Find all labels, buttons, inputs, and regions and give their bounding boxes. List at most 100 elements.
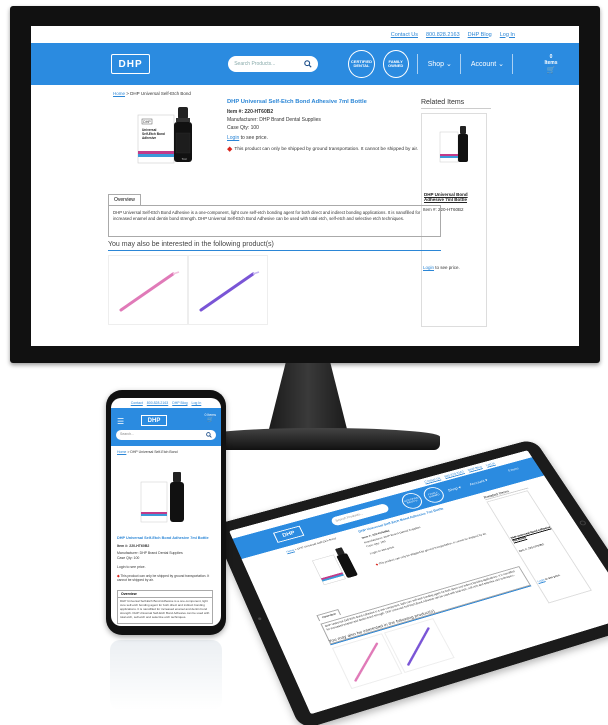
phone-breadcrumb: Home > DHP Universal Self-Etch Bond: [117, 450, 215, 454]
blog-link[interactable]: DHP Blog: [468, 32, 492, 38]
nav-divider: [417, 54, 418, 74]
phone-contact-link[interactable]: Contact: [131, 401, 143, 405]
also-interested-grid: [108, 255, 268, 325]
cart-count: 0 Items: [543, 54, 559, 66]
phone-overview-text: DHP Universal Self-Etch Bond Adhesive is…: [118, 598, 212, 621]
related-item-image[interactable]: [438, 120, 472, 170]
phone-product-image[interactable]: [139, 468, 195, 528]
phone-screen: Contact 800.828.2163 DHP Blog Log In ☰ D…: [111, 398, 221, 626]
shipping-warning-text: This product can only be shipped by grou…: [234, 147, 418, 152]
tablet-home-button: [579, 520, 587, 526]
product-title: DHP Universal Self-Etch Bond Adhesive 7m…: [227, 99, 437, 105]
contact-link[interactable]: Contact Us: [391, 32, 418, 38]
phone-product-title: DHP Universal Self-Etch Bond Adhesive 7m…: [117, 536, 209, 540]
box-brand-label: DHP: [143, 120, 151, 124]
overview-text: DHP Universal Self-Etch Bond Adhesive is…: [108, 205, 441, 237]
certified-dental-badge: CERTIFIED DENTAL: [348, 50, 374, 78]
phone-login-prompt[interactable]: Login to see price.: [117, 565, 146, 569]
tablet-screen: Contact Us 800.828.2163 DHP Blog Log In …: [229, 450, 608, 714]
tablet-shipping-warning-text: This product can only be shipped by grou…: [378, 532, 487, 566]
top-utility-bar: Contact Us 800.828.2163 DHP Blog Log In: [31, 26, 579, 43]
tablet-dhp-logo[interactable]: DHP: [273, 526, 304, 543]
tablet-product-image[interactable]: [305, 541, 371, 589]
shop-menu-label: Shop: [428, 61, 444, 68]
tablet-cart-button[interactable]: 0 Items: [508, 467, 520, 473]
suggested-product-image: [117, 266, 181, 316]
phone-cart-button[interactable]: 0 Items 🛒: [205, 413, 216, 423]
search-icon[interactable]: [206, 432, 212, 438]
phone-breadcrumb-current: > DHP Universal Self-Etch Bond: [126, 450, 177, 454]
tablet: Contact Us 800.828.2163 DHP Blog Log In …: [212, 439, 608, 725]
phone-case-qty: Case Qty: 100: [117, 556, 139, 560]
phone-phone-link[interactable]: 800.828.2163: [147, 401, 168, 405]
tablet-login-prompt[interactable]: Login to see price.: [369, 545, 395, 555]
suggested-product-image: [197, 266, 261, 316]
product-item-number: Item #: 220-HT60B2: [227, 109, 437, 115]
account-menu[interactable]: Account ⌄: [471, 60, 504, 68]
product-page: Home > DHP Universal Self-Etch Bond DHP …: [31, 85, 579, 100]
search-input[interactable]: Search Products...: [228, 56, 318, 72]
breadcrumb: Home > DHP Universal Self-Etch Bond: [113, 91, 569, 96]
tablet-family-badge: FAMILY OWNED: [421, 485, 448, 505]
phone-login-link[interactable]: Log In: [192, 401, 202, 405]
related-login-prompt: Login to see price.: [423, 265, 460, 270]
device-mockup-stage: Contact Us 800.828.2163 DHP Blog Log In …: [0, 0, 608, 725]
nav-divider: [460, 54, 461, 74]
bottle-size-label: 7ml: [182, 157, 187, 161]
cart-icon: 🛒: [543, 66, 559, 74]
suggested-product-card[interactable]: [188, 255, 268, 325]
smartphone: Contact 800.828.2163 DHP Blog Log In ☰ D…: [106, 390, 226, 635]
warning-diamond-icon: ◆: [227, 145, 232, 153]
desktop-screen: Contact Us 800.828.2163 DHP Blog Log In …: [31, 26, 579, 346]
phone-dhp-logo[interactable]: DHP: [141, 415, 167, 426]
breadcrumb-home-link[interactable]: Home: [113, 91, 125, 96]
phone-shipping-warning-text: This product can only be shipped by grou…: [117, 574, 209, 582]
monitor-stand-neck: [268, 363, 348, 433]
phone-nav: ☰ DHP 0 Items 🛒 Search...: [111, 408, 221, 446]
also-interested-title: You may also be interested in the follow…: [108, 241, 441, 251]
account-menu-label: Account: [471, 61, 496, 68]
phone-top-bar: Contact 800.828.2163 DHP Blog Log In: [111, 398, 221, 408]
related-login-link[interactable]: Login: [423, 265, 434, 270]
cart-button[interactable]: 0 Items 🛒: [543, 54, 559, 74]
tablet-shop-menu[interactable]: Shop ▾: [447, 485, 462, 493]
monitor: Contact Us 800.828.2163 DHP Blog Log In …: [10, 6, 600, 363]
phone-shipping-warning: ◆ This product can only be shipped by gr…: [117, 574, 213, 583]
cart-icon: 🛒: [205, 417, 216, 423]
phone-search-input[interactable]: Search...: [116, 430, 216, 440]
hamburger-menu-icon[interactable]: ☰: [117, 417, 124, 426]
phone-overview-section: Overview DHP Universal Self-Etch Bond Ad…: [117, 590, 213, 624]
price-login-prompt: Login to see price.: [227, 135, 437, 141]
phone-breadcrumb-home[interactable]: Home: [117, 450, 126, 454]
related-items-title: Related Items: [421, 99, 491, 109]
suggested-product-card[interactable]: [108, 255, 188, 325]
chevron-down-icon: ⌄: [498, 60, 504, 68]
product-image[interactable]: DHP Universal Self-Etch Bond Adhesive 7m…: [132, 101, 212, 171]
related-login-text: to see price.: [434, 265, 460, 270]
box-label-line3: Adhesive: [142, 136, 156, 140]
tablet-login-link[interactable]: Log In: [485, 462, 495, 467]
dhp-logo[interactable]: DHP: [111, 54, 150, 74]
phone-link[interactable]: 800.828.2163: [426, 32, 460, 38]
nav-divider: [512, 54, 513, 74]
phone-blog-link[interactable]: DHP Blog: [172, 401, 187, 405]
tab-overview[interactable]: Overview: [108, 194, 141, 205]
product-manufacturer: Manufacturer: DHP Brand Dental Supplies: [227, 117, 437, 123]
shipping-warning: ◆ This product can only be shipped by gr…: [227, 145, 437, 153]
monitor-stand-base: [200, 428, 440, 450]
shop-menu[interactable]: Shop ⌄: [428, 60, 452, 68]
login-link[interactable]: Log In: [500, 32, 515, 38]
family-owned-badge: FAMILY OWNED: [383, 50, 409, 78]
search-icon[interactable]: [304, 60, 312, 68]
phone-reflection: [110, 640, 222, 710]
phone-tab-overview[interactable]: Overview: [118, 591, 212, 598]
tablet-camera: [258, 617, 262, 620]
price-login-text: to see price.: [239, 135, 268, 141]
tablet-account-menu[interactable]: Account ▾: [469, 478, 489, 487]
phone-manufacturer: Manufacturer: DHP Brand Dental Supplies: [117, 551, 183, 555]
breadcrumb-current: > DHP Universal Self-Etch Bond: [125, 91, 191, 96]
phone-item-number: Item #: 220-HT60B2: [117, 544, 149, 548]
product-case-qty: Case Qty: 100: [227, 125, 437, 131]
price-login-link[interactable]: Login: [227, 135, 239, 141]
search-placeholder: Search Products...: [234, 61, 275, 67]
